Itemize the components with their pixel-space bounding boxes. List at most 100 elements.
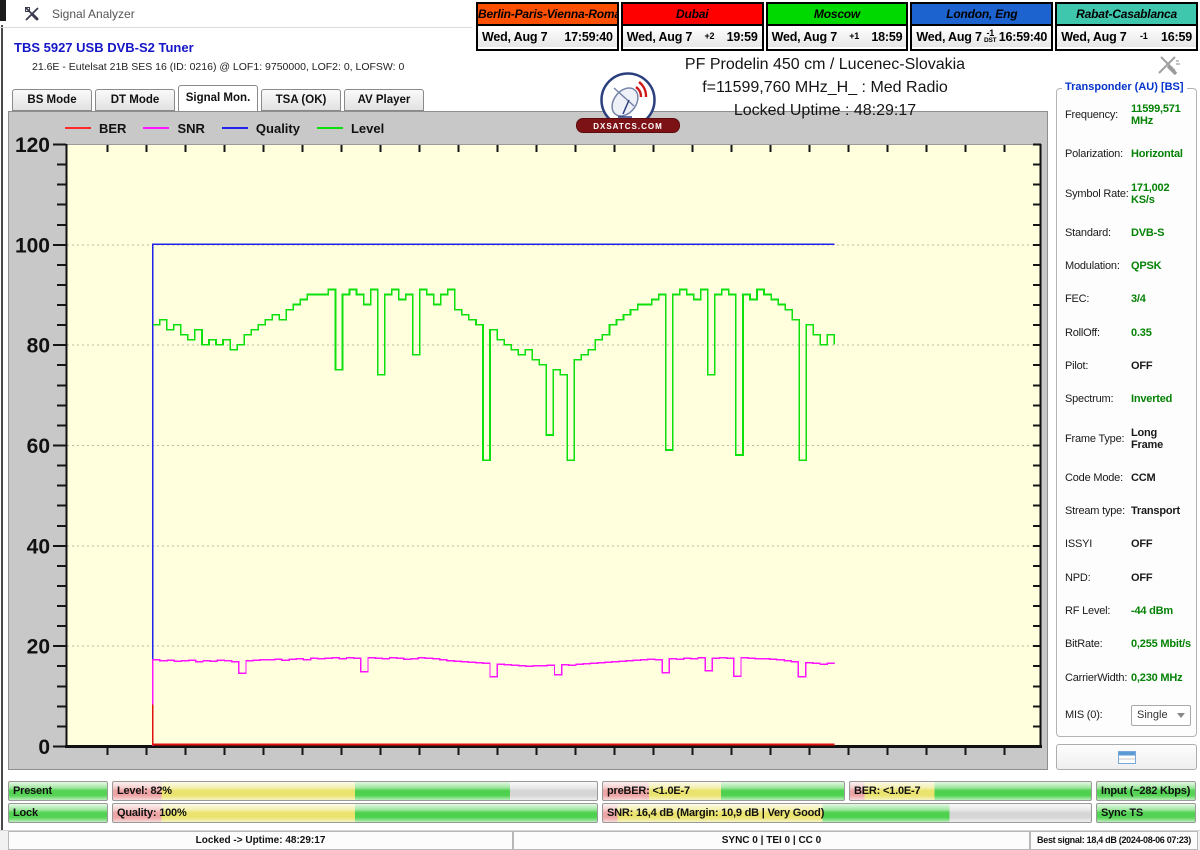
- antenna-mini-icon: [1155, 53, 1181, 80]
- clock-utc-offset: -1 DST: [984, 28, 997, 44]
- site-title: PF Prodelin 450 cm / Lucenec-Slovakia: [684, 56, 966, 73]
- transponder-row-pilot: Pilot: OFF: [1065, 359, 1153, 372]
- tuner-name: TBS 5927 USB DVB-S2 Tuner: [14, 40, 194, 55]
- clock-utc-offset: +1: [849, 30, 860, 41]
- window-list-icon: [1117, 750, 1136, 764]
- tab-tsa[interactable]: TSA (OK): [261, 89, 341, 111]
- transponder-row-npd: NPD: OFF: [1065, 571, 1153, 584]
- tab-av-player[interactable]: AV Player: [344, 89, 424, 111]
- tab-signal-mon[interactable]: Signal Mon.: [178, 85, 258, 111]
- legend-item-level: Level: [316, 121, 384, 136]
- transponder-row-code-mode: Code Mode: CCM: [1065, 471, 1156, 484]
- transponder-row-standard: Standard: DVB-S: [1065, 226, 1165, 239]
- svg-text:0: 0: [38, 736, 50, 759]
- locked-uptime-title: Locked Uptime : 48:29:17: [733, 102, 917, 119]
- svg-text:40: 40: [27, 535, 50, 558]
- svg-text:20: 20: [27, 636, 50, 659]
- clock-date: Wed, Aug 7: [1061, 29, 1127, 44]
- status-bar-lock: Lock: [8, 803, 108, 823]
- transponder-row-frame-type: Frame Type: Long Frame: [1065, 426, 1164, 451]
- transponder-row-mis: MIS (0): Single: [1065, 704, 1191, 726]
- clock-dubai: Dubai Wed, Aug 7 +2 19:59: [620, 2, 764, 51]
- svg-text:100: 100: [15, 234, 50, 257]
- clock-utc-offset: -1: [1139, 30, 1148, 41]
- status-bar-quality: Quality: 100%: [112, 803, 598, 823]
- clock-date: Wed, Aug 7: [626, 29, 693, 44]
- mis-dropdown[interactable]: Single: [1131, 704, 1191, 726]
- window-title: Signal Analyzer: [52, 6, 135, 21]
- clock-time: 16:59:40: [998, 29, 1048, 44]
- transponder-row-stream-type: Stream type: Transport: [1065, 505, 1180, 518]
- transponder-row-fec: FEC: 3/4: [1065, 293, 1146, 306]
- clock-city-label: London, Eng: [912, 4, 1052, 26]
- dxsatcs-logo: DXSATCS.COM: [576, 70, 680, 136]
- status-bar-level: Level: 82%: [112, 781, 598, 801]
- clock-time: 18:59: [871, 29, 903, 44]
- signal-history-chart: 0 20 40 60 80 100 120: [15, 134, 1042, 759]
- status-bar-preber: preBER: <1.0E-7: [602, 781, 845, 801]
- clock-time: 16:59: [1161, 29, 1192, 44]
- chevron-down-icon: [1177, 712, 1185, 718]
- transponder-row-spectrum: Spectrum: Inverted: [1065, 393, 1173, 406]
- tab-bar: BS Mode DT Mode Signal Mon. TSA (OK) AV …: [12, 85, 424, 111]
- footer-best-signal: Best signal: 18,4 dB (2024-08-06 07:23): [1030, 831, 1198, 850]
- transponder-panel-title: Transponder (AU) [BS]: [1062, 81, 1187, 93]
- clock-moscow: Moscow Wed, Aug 7 +1 18:59: [765, 2, 909, 51]
- status-bar-ber: BER: <1.0E-7: [849, 781, 1092, 801]
- svg-text:120: 120: [15, 134, 50, 157]
- transponder-panel: Transponder (AU) [BS] Frequency: 11599,57…: [1056, 81, 1197, 737]
- clock-london: London, Eng Wed, Aug 7 -1 DST 16:59:40: [910, 2, 1054, 51]
- frequency-service-title: f=11599,760 MHz_H_ : Med Radio: [702, 79, 948, 96]
- clock-date: Wed, Aug 7: [916, 29, 982, 44]
- transponder-list-button[interactable]: [1056, 744, 1197, 770]
- world-clocks: Berlin-Paris-Vienna-Roma Wed, Aug 7 17:5…: [476, 2, 1198, 51]
- transponder-row-symbol-rate: Symbol Rate: 171,002 KS/s: [1065, 181, 1170, 206]
- clock-date: Wed, Aug 7: [482, 29, 548, 44]
- transponder-row-frequency: Frequency: 11599,571 MHz: [1065, 103, 1181, 127]
- svg-text:60: 60: [27, 435, 50, 458]
- status-bar-input: Input (~282 Kbps): [1096, 781, 1196, 801]
- chart-legend: BER SNR Quality Level: [65, 115, 401, 141]
- level-line-swatch: [316, 127, 343, 129]
- clock-time: 19:59: [726, 29, 758, 44]
- clock-city-label: Moscow: [767, 4, 907, 26]
- status-bar-present: Present: [8, 781, 108, 801]
- status-bar-snr: SNR: 16,4 dB (Margin: 10,9 dB | Very Goo…: [602, 803, 1092, 823]
- status-bar-sync-ts: Sync TS: [1096, 803, 1196, 823]
- tab-bs-mode[interactable]: BS Mode: [12, 89, 92, 111]
- transponder-row-modulation: Modulation: QPSK: [1065, 260, 1162, 273]
- antenna-app-icon: [24, 6, 40, 22]
- tuner-details: 21.6E - Eutelsat 21B SES 16 (ID: 0216) @…: [32, 61, 405, 73]
- transponder-row-carrierwidth: CarrierWidth: 0,230 MHz: [1065, 671, 1183, 684]
- tab-dt-mode[interactable]: DT Mode: [95, 89, 175, 111]
- transponder-row-issyi: ISSYI OFF: [1065, 538, 1153, 551]
- clock-city-label: Berlin-Paris-Vienna-Roma: [478, 4, 617, 26]
- dxsatcs-banner: DXSATCS.COM: [576, 118, 680, 133]
- legend-item-snr: SNR: [143, 121, 205, 136]
- legend-item-quality: Quality: [221, 121, 300, 136]
- clock-city-label: Rabat-Casablanca: [1057, 4, 1196, 26]
- signal-chart-panel: BER SNR Quality Level 0 20 40 60 80 100 120: [8, 111, 1048, 770]
- titlebar-separator: [0, 27, 472, 28]
- footer-status-bar: Locked -> Uptime: 48:29:17 SYNC 0 | TEI …: [0, 830, 1200, 850]
- clock-city-label: Dubai: [622, 4, 762, 26]
- window-left-edge: [1, 25, 3, 831]
- footer-locked-uptime: Locked -> Uptime: 48:29:17: [8, 831, 513, 850]
- quality-line-swatch: [221, 127, 248, 129]
- clock-rabat-casablanca: Rabat-Casablanca Wed, Aug 7 -1 16:59: [1055, 2, 1198, 51]
- clock-date: Wed, Aug 7: [771, 29, 838, 44]
- transponder-row-rf-level: RF Level: -44 dBm: [1065, 604, 1173, 617]
- titlebar: Signal Analyzer: [8, 0, 468, 27]
- clock-berlin-paris-vienna-roma: Berlin-Paris-Vienna-Roma Wed, Aug 7 17:5…: [476, 2, 619, 51]
- clock-time: 17:59:40: [564, 29, 613, 44]
- legend-item-ber: BER: [65, 121, 126, 136]
- window-corner-fragment: [0, 0, 6, 21]
- ber-line-swatch: [65, 127, 91, 129]
- footer-sync-counters: SYNC 0 | TEI 0 | CC 0: [513, 831, 1030, 850]
- snr-line-swatch: [143, 127, 170, 129]
- clock-utc-offset: +2: [704, 30, 715, 41]
- svg-text:80: 80: [27, 335, 50, 358]
- transponder-row-bitrate: BitRate: 0,255 Mbit/s: [1065, 638, 1191, 651]
- signal-analyzer-window: Signal Analyzer Berlin-Paris-Vienna-Roma…: [0, 0, 1200, 850]
- transponder-row-rolloff: RollOff: 0.35: [1065, 326, 1152, 339]
